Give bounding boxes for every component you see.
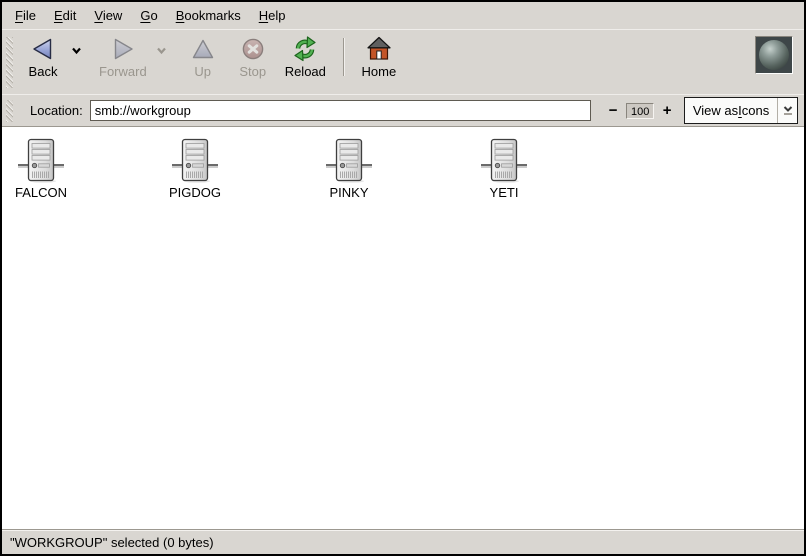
menu-view[interactable]: View	[85, 4, 131, 27]
reload-button[interactable]: Reload	[278, 34, 333, 81]
smb-server-icon	[325, 136, 373, 184]
toolbar-grip-handle[interactable]	[6, 37, 13, 88]
forward-arrow-icon	[110, 36, 136, 62]
home-button[interactable]: Home	[354, 34, 404, 81]
view-as-dropdown-arrow[interactable]	[777, 98, 797, 123]
up-button[interactable]: Up	[178, 34, 228, 81]
menu-bar: File Edit View Go Bookmarks Help	[2, 2, 804, 29]
back-arrow-icon	[30, 36, 56, 62]
location-input[interactable]	[90, 100, 591, 121]
network-server-item[interactable]: FALCON	[0, 136, 96, 200]
menu-file[interactable]: File	[6, 4, 45, 27]
smb-server-icon	[480, 136, 528, 184]
menu-help[interactable]: Help	[250, 4, 295, 27]
toolbar: Back Forward	[2, 29, 804, 94]
server-name-label: YETI	[490, 185, 519, 200]
smb-server-icon	[17, 136, 65, 184]
file-manager-window: File Edit View Go Bookmarks Help Back	[0, 0, 806, 556]
menu-go[interactable]: Go	[131, 4, 166, 27]
smb-server-icon	[171, 136, 219, 184]
forward-button-group: Forward	[92, 34, 170, 81]
toolbar-separator	[343, 38, 344, 76]
server-name-label: PINKY	[329, 185, 368, 200]
server-name-label: PIGDOG	[169, 185, 221, 200]
stop-icon	[240, 36, 266, 62]
chevron-down-icon	[783, 106, 793, 112]
location-bar-grip-handle[interactable]	[6, 100, 13, 122]
zoom-level-indicator[interactable]: 100	[626, 103, 654, 119]
network-server-item[interactable]: PIGDOG	[140, 136, 250, 200]
network-server-item[interactable]: PINKY	[294, 136, 404, 200]
home-icon	[366, 36, 392, 62]
back-history-dropdown[interactable]	[68, 38, 84, 64]
chevron-down-icon	[156, 47, 167, 55]
forward-button[interactable]: Forward	[92, 34, 154, 81]
view-as-dropdown[interactable]: View as Icons	[684, 97, 798, 124]
status-text: "WORKGROUP" selected (0 bytes)	[10, 535, 214, 550]
menu-edit[interactable]: Edit	[45, 4, 85, 27]
icon-view-pane[interactable]: FALCON PIGDOG	[2, 126, 804, 529]
forward-history-dropdown[interactable]	[154, 38, 170, 64]
reload-icon	[292, 36, 318, 62]
stop-button[interactable]: Stop	[228, 34, 278, 81]
zoom-in-button[interactable]: +	[659, 103, 675, 119]
location-bar: Location: − 100 + View as Icons	[2, 94, 804, 126]
server-name-label: FALCON	[15, 185, 67, 200]
zoom-out-button[interactable]: −	[605, 103, 621, 119]
back-button-group: Back	[18, 34, 84, 81]
network-server-item[interactable]: YETI	[449, 136, 559, 200]
status-bar: "WORKGROUP" selected (0 bytes)	[2, 529, 804, 554]
throbber-sphere-icon	[755, 36, 793, 74]
menu-bookmarks[interactable]: Bookmarks	[167, 4, 250, 27]
location-label: Location:	[30, 103, 83, 118]
back-button[interactable]: Back	[18, 34, 68, 81]
up-arrow-icon	[190, 36, 216, 62]
chevron-down-icon	[71, 47, 82, 55]
